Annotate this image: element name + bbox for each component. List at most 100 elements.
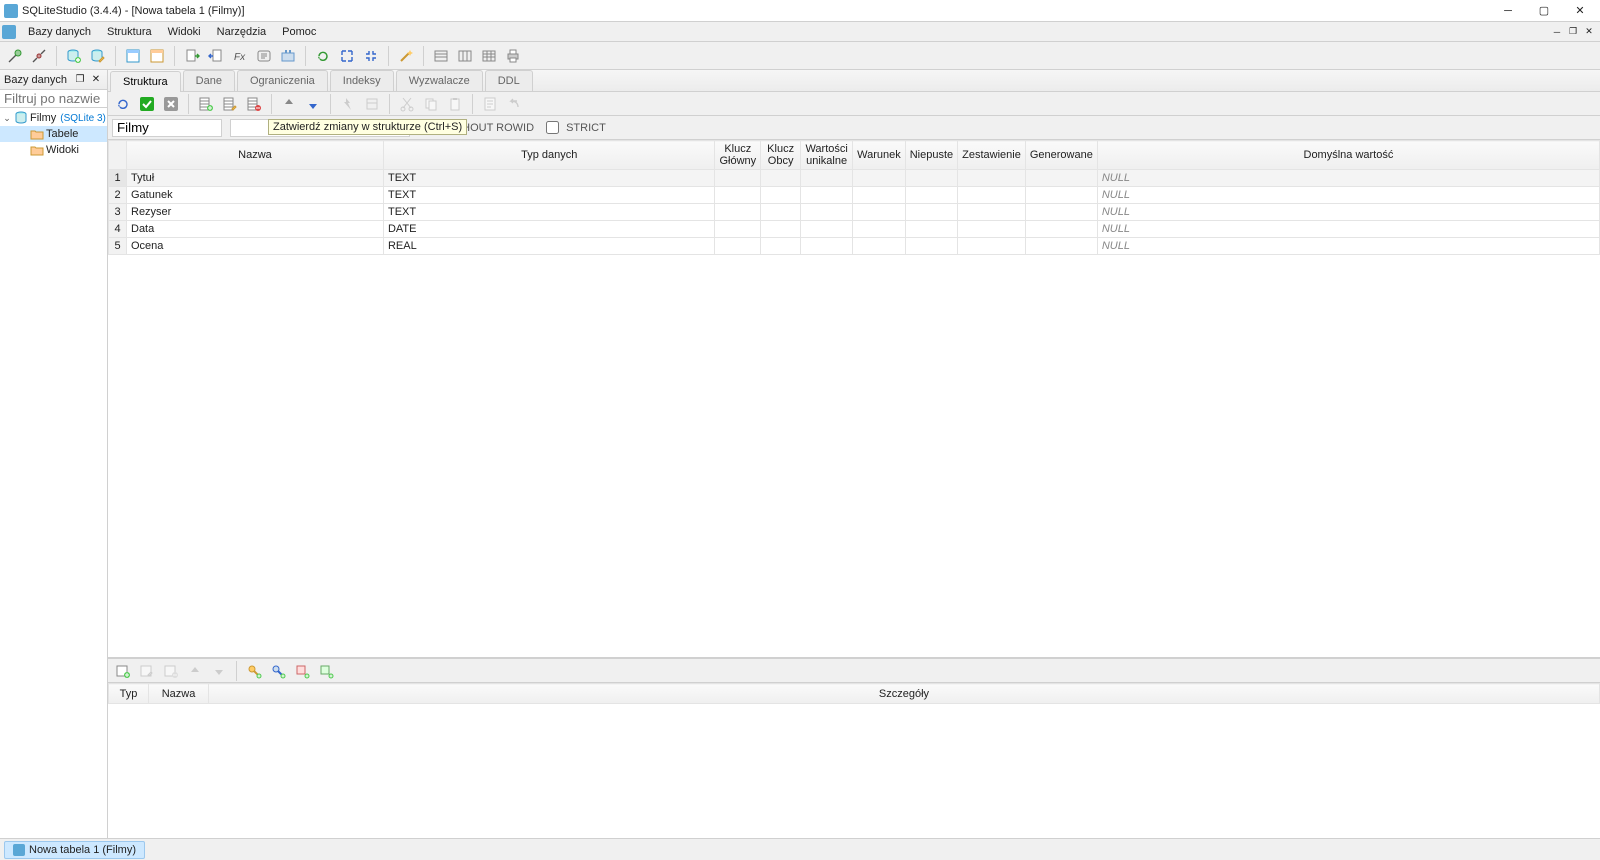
paste-icon[interactable]	[444, 93, 466, 115]
row-default[interactable]: NULL	[1097, 238, 1599, 255]
row-fk[interactable]	[761, 187, 801, 204]
edit-constraint-icon[interactable]	[136, 660, 158, 682]
strict-input[interactable]	[546, 121, 559, 134]
row-generated[interactable]	[1025, 170, 1097, 187]
row-unique[interactable]	[801, 187, 853, 204]
row-type[interactable]: TEXT	[383, 204, 714, 221]
row-name[interactable]: Ocena	[127, 238, 384, 255]
toolbar-fx-icon[interactable]: Fx	[229, 45, 251, 67]
row-default[interactable]: NULL	[1097, 170, 1599, 187]
row-generated[interactable]	[1025, 238, 1097, 255]
row-notnull[interactable]	[905, 238, 957, 255]
cons-header-nazwa[interactable]: Nazwa	[149, 684, 209, 704]
table-aux-input[interactable]	[230, 119, 410, 137]
window-close-button[interactable]: ✕	[1568, 3, 1592, 19]
row-check[interactable]	[853, 238, 906, 255]
toolbar-collation-icon[interactable]	[253, 45, 275, 67]
row-type[interactable]: DATE	[383, 221, 714, 238]
toolbar-disconnect-icon[interactable]	[28, 45, 50, 67]
row-default[interactable]: NULL	[1097, 204, 1599, 221]
col-header-num[interactable]	[109, 141, 127, 170]
mdi-restore-button[interactable]: ❐	[1566, 26, 1580, 38]
row-check[interactable]	[853, 221, 906, 238]
toolbar-extension-icon[interactable]	[277, 45, 299, 67]
delete-constraint-icon[interactable]	[160, 660, 182, 682]
toolbar-edit-db-icon[interactable]	[87, 45, 109, 67]
column-row[interactable]: 3RezyserTEXTNULL	[109, 204, 1600, 221]
row-name[interactable]: Data	[127, 221, 384, 238]
col-header-nazwa[interactable]: Nazwa	[127, 141, 384, 170]
row-notnull[interactable]	[905, 187, 957, 204]
cons-header-szczegoly[interactable]: Szczegóły	[209, 684, 1600, 704]
window-maximize-button[interactable]: ▢	[1532, 3, 1556, 19]
tab-struktura[interactable]: Struktura	[110, 71, 181, 92]
toolbar-open-sql-icon[interactable]	[122, 45, 144, 67]
row-check[interactable]	[853, 187, 906, 204]
tree-tables-node[interactable]: Tabele	[0, 126, 107, 142]
column-row[interactable]: 1TytułTEXTNULL	[109, 170, 1600, 187]
column-row[interactable]: 5OcenaREALNULL	[109, 238, 1600, 255]
open-window-tab[interactable]: Nowa tabela 1 (Filmy)	[4, 841, 145, 859]
row-pk[interactable]	[715, 170, 761, 187]
row-notnull[interactable]	[905, 204, 957, 221]
tab-ograniczenia[interactable]: Ograniczenia	[237, 70, 328, 91]
sidebar-close-icon[interactable]: ✕	[89, 73, 103, 87]
row-pk[interactable]	[715, 187, 761, 204]
column-row[interactable]: 4DataDATENULL	[109, 221, 1600, 238]
chevron-down-icon[interactable]: ⌄	[2, 113, 12, 124]
row-collate[interactable]	[958, 221, 1026, 238]
add-column-icon[interactable]	[195, 93, 217, 115]
row-check[interactable]	[853, 204, 906, 221]
move-constraint-down-icon[interactable]	[208, 660, 230, 682]
row-pk[interactable]	[715, 221, 761, 238]
menu-tools[interactable]: Narzędzia	[209, 24, 275, 40]
add-fk-constraint-icon[interactable]	[267, 660, 289, 682]
row-fk[interactable]	[761, 170, 801, 187]
row-collate[interactable]	[958, 204, 1026, 221]
toolbar-table-col-icon[interactable]	[454, 45, 476, 67]
row-fk[interactable]	[761, 221, 801, 238]
row-generated[interactable]	[1025, 221, 1097, 238]
undo-icon[interactable]	[503, 93, 525, 115]
col-header-pk[interactable]: Klucz Główny	[715, 141, 761, 170]
move-column-up-icon[interactable]	[278, 93, 300, 115]
toolbar-collapse-icon[interactable]	[360, 45, 382, 67]
col-header-unique[interactable]: Wartości unikalne	[801, 141, 853, 170]
toolbar-connect-icon[interactable]	[4, 45, 26, 67]
tab-wyzwalacze[interactable]: Wyzwalacze	[396, 70, 483, 91]
row-name[interactable]: Tytuł	[127, 170, 384, 187]
add-unique-constraint-icon[interactable]	[291, 660, 313, 682]
sidebar-filter-input[interactable]	[0, 90, 107, 107]
rollback-structure-icon[interactable]	[160, 93, 182, 115]
col-header-fk[interactable]: Klucz Obcy	[761, 141, 801, 170]
row-unique[interactable]	[801, 170, 853, 187]
row-collate[interactable]	[958, 170, 1026, 187]
add-constraint-icon[interactable]	[112, 660, 134, 682]
refresh-structure-icon[interactable]	[112, 93, 134, 115]
toolbar-sql-history-icon[interactable]	[146, 45, 168, 67]
toolbar-table-full-icon[interactable]	[478, 45, 500, 67]
delete-column-icon[interactable]	[243, 93, 265, 115]
toolbar-import-icon[interactable]	[205, 45, 227, 67]
tab-dane[interactable]: Dane	[183, 70, 235, 91]
row-pk[interactable]	[715, 238, 761, 255]
mdi-minimize-button[interactable]: ─	[1550, 26, 1564, 38]
row-unique[interactable]	[801, 204, 853, 221]
col-header-default[interactable]: Domyślna wartość	[1097, 141, 1599, 170]
col-header-generated[interactable]: Generowane	[1025, 141, 1097, 170]
add-pk-constraint-icon[interactable]	[243, 660, 265, 682]
commit-structure-icon[interactable]	[136, 93, 158, 115]
row-fk[interactable]	[761, 238, 801, 255]
without-rowid-input[interactable]	[422, 121, 435, 134]
col-header-collate[interactable]: Zestawienie	[958, 141, 1026, 170]
add-trigger-icon[interactable]	[337, 93, 359, 115]
row-unique[interactable]	[801, 221, 853, 238]
strict-checkbox[interactable]: STRICT	[542, 118, 606, 137]
tree-views-node[interactable]: Widoki	[0, 142, 107, 158]
row-default[interactable]: NULL	[1097, 187, 1599, 204]
row-collate[interactable]	[958, 187, 1026, 204]
row-check[interactable]	[853, 170, 906, 187]
toolbar-table-row-icon[interactable]	[430, 45, 452, 67]
move-column-down-icon[interactable]	[302, 93, 324, 115]
table-name-input[interactable]	[112, 119, 222, 137]
